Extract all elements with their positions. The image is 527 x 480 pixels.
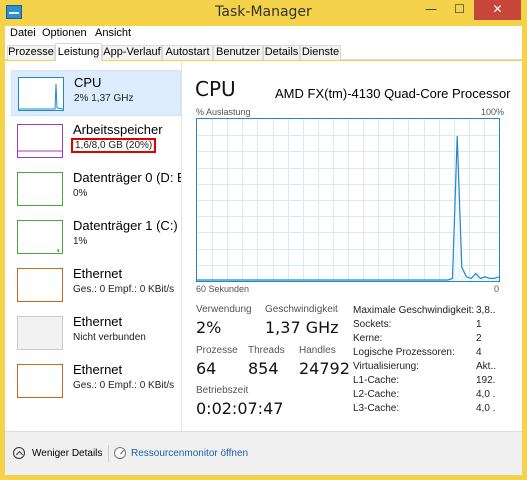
sidebar-item-detail: 1% <box>73 236 88 247</box>
info-label: Logische Prozessoren: <box>353 347 455 358</box>
menu-options[interactable]: Optionen <box>42 27 87 39</box>
cpu-usage-graph <box>196 118 500 282</box>
usage-label: Verwendung <box>196 304 252 315</box>
info-value: 3,8... <box>476 305 496 316</box>
processes-value: 64 <box>196 359 217 378</box>
tab-users[interactable]: Benutzer <box>213 45 263 60</box>
page-title: CPU <box>195 77 236 101</box>
cpu-thumbnail-graph <box>18 77 64 111</box>
sidebar-item-name: Ethernet <box>73 314 123 329</box>
sidebar-item-disk-1[interactable]: Datenträger 1 (C:) 1% <box>11 214 181 260</box>
sidebar-item-cpu[interactable]: CPU 2% 1,37 GHz <box>11 70 181 116</box>
title-bar: Task-Manager — ☐ ✕ <box>0 0 527 26</box>
tab-performance[interactable]: Leistung <box>55 43 102 61</box>
sidebar-item-detail: 0% <box>73 188 88 199</box>
handles-value: 24792 <box>299 359 350 378</box>
tab-startup[interactable]: Autostart <box>162 45 213 60</box>
tab-details[interactable]: Details <box>263 45 300 60</box>
sidebar-item-memory[interactable]: Arbeitsspeicher 1,6/8,0 GB (20%) <box>11 118 181 164</box>
threads-label: Threads <box>248 345 285 356</box>
sidebar-item-ethernet-3[interactable]: Ethernet Ges.: 0 Empf.: 0 KBit/s <box>11 358 181 404</box>
maximize-button[interactable]: ☐ <box>446 0 473 20</box>
info-value: 4,0 ... <box>476 403 496 414</box>
info-label: L1-Cache: <box>353 375 400 386</box>
graph-y-max-label: 100% <box>481 107 505 117</box>
graph-x-label: 60 Sekunden <box>196 284 250 294</box>
ethernet-thumbnail-graph <box>17 316 63 350</box>
sidebar-item-detail: 2% 1,37 GHz <box>74 93 134 104</box>
resource-sidebar: CPU 2% 1,37 GHz Arbeitsspeicher 1,6/8,0 … <box>5 61 182 431</box>
sidebar-item-name: Ethernet <box>73 266 123 281</box>
graph-x-min-label: 0 <box>494 284 500 294</box>
usage-value: 2% <box>196 318 222 337</box>
sidebar-item-detail: Nicht verbunden <box>73 332 146 343</box>
ethernet-thumbnail-graph <box>17 268 63 302</box>
info-value: 4,0 ... <box>476 389 496 400</box>
uptime-label: Betriebszeit <box>196 385 249 396</box>
fewer-details-button[interactable]: Weniger Details <box>32 448 102 459</box>
info-value: 4 <box>476 347 482 358</box>
processes-label: Prozesse <box>196 345 238 356</box>
ethernet-thumbnail-graph <box>17 364 63 398</box>
tab-app-history[interactable]: App-Verlauf <box>102 45 162 60</box>
resource-monitor-icon[interactable] <box>114 447 126 459</box>
footer-bar: Weniger Details Ressourcenmonitor öffnen <box>5 431 522 475</box>
close-button[interactable]: ✕ <box>474 0 521 20</box>
open-resource-monitor-link[interactable]: Ressourcenmonitor öffnen <box>131 448 248 459</box>
minimize-button[interactable]: — <box>417 0 445 20</box>
info-value: 1 <box>476 319 482 330</box>
info-label: Sockets: <box>353 319 392 330</box>
info-value: 2 <box>476 333 482 344</box>
threads-value: 854 <box>248 359 279 378</box>
disk-thumbnail-graph <box>17 220 63 254</box>
sidebar-item-name: Datenträger 1 (C:) <box>73 218 178 233</box>
info-label: L2-Cache: <box>353 389 400 400</box>
sidebar-item-name: Ethernet <box>73 362 123 377</box>
menu-bar: Datei Optionen Ansicht <box>5 26 522 43</box>
sidebar-item-detail: Ges.: 0 Empf.: 0 KBit/s <box>73 380 175 391</box>
tab-strip: Prozesse Leistung App-Verlauf Autostart … <box>5 43 522 61</box>
graph-y-label: % Auslastung <box>196 107 251 117</box>
memory-thumbnail-graph <box>17 124 63 158</box>
cpu-detail-panel: CPU AMD FX(tm)-4130 Quad-Core Processor … <box>189 61 522 431</box>
disk-thumbnail-graph <box>17 172 63 206</box>
speed-label: Geschwindigkeit <box>265 304 338 315</box>
performance-panel: CPU 2% 1,37 GHz Arbeitsspeicher 1,6/8,0 … <box>5 61 522 431</box>
uptime-value: 0:02:07:47 <box>196 399 284 418</box>
sidebar-item-disk-0[interactable]: Datenträger 0 (D: E 0% <box>11 166 181 212</box>
info-value: Akt... <box>476 361 496 372</box>
sidebar-item-name: CPU <box>74 75 102 90</box>
menu-file[interactable]: Datei <box>10 27 36 39</box>
speed-value: 1,37 GHz <box>265 318 339 337</box>
sidebar-item-ethernet-1[interactable]: Ethernet Ges.: 0 Empf.: 0 KBit/s <box>11 262 181 308</box>
info-label: Virtualisierung: <box>353 361 419 372</box>
info-label: Maximale Geschwindigkeit: <box>353 305 475 316</box>
sidebar-item-name: Arbeitsspeicher <box>73 122 163 137</box>
footer-separator <box>108 445 109 462</box>
sidebar-item-detail: Ges.: 0 Empf.: 0 KBit/s <box>73 284 175 295</box>
sidebar-item-ethernet-2[interactable]: Ethernet Nicht verbunden <box>11 310 181 356</box>
handles-label: Handles <box>299 345 336 356</box>
cpu-model-name: AMD FX(tm)-4130 Quad-Core Processor <box>275 86 511 101</box>
tab-services[interactable]: Dienste <box>300 45 341 60</box>
tab-processes[interactable]: Prozesse <box>7 45 55 60</box>
sidebar-item-name: Datenträger 0 (D: E <box>73 170 182 185</box>
memory-usage-highlight: 1,6/8,0 GB (20%) <box>71 138 157 153</box>
info-value: 192... <box>476 375 496 386</box>
menu-view[interactable]: Ansicht <box>95 27 131 39</box>
chevron-up-icon[interactable] <box>13 447 25 459</box>
info-label: Kerne: <box>353 333 383 344</box>
info-label: L3-Cache: <box>353 403 400 414</box>
